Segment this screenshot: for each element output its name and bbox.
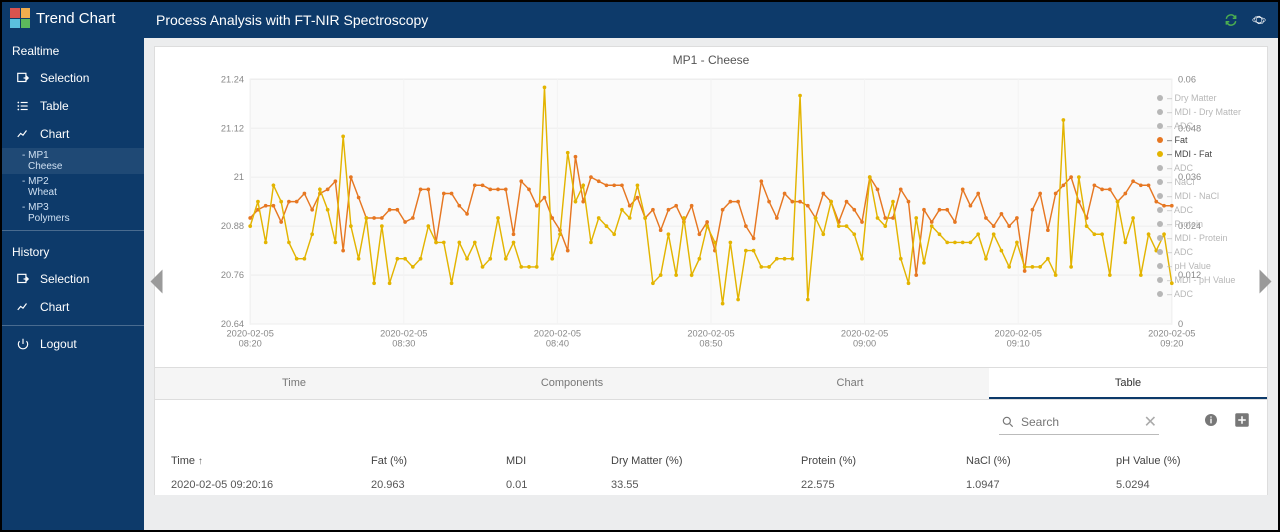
sidebar-history-selection[interactable]: Selection xyxy=(2,265,144,293)
legend-item[interactable]: – Dry Matter xyxy=(1157,91,1267,105)
sidebar-item-label: Selection xyxy=(40,71,89,85)
svg-text:2020-02-05: 2020-02-05 xyxy=(380,328,427,338)
legend-item[interactable]: – MDI - Fat xyxy=(1157,147,1267,161)
legend-item[interactable]: – pH Value xyxy=(1157,259,1267,273)
svg-text:08:20: 08:20 xyxy=(239,339,262,349)
sidebar-item-label: Chart xyxy=(40,127,69,141)
topbar: Process Analysis with FT-NIR Spectroscop… xyxy=(144,2,1278,38)
svg-text:09:20: 09:20 xyxy=(1160,339,1183,349)
legend-item[interactable]: – MDI - Dry Matter xyxy=(1157,105,1267,119)
svg-text:2020-02-05: 2020-02-05 xyxy=(841,328,888,338)
sidebar-item-label: Selection xyxy=(40,272,89,286)
sidebar-item-label: Chart xyxy=(40,300,69,314)
chart-title: MP1 - Cheese xyxy=(155,47,1267,71)
chart-line-icon xyxy=(16,127,30,141)
legend-item[interactable]: – MDI - Protein xyxy=(1157,231,1267,245)
subtab-components[interactable]: Components xyxy=(433,368,711,399)
column-header[interactable]: Time ↑ xyxy=(171,455,371,467)
svg-text:21: 21 xyxy=(234,172,244,182)
clear-search-icon[interactable]: ✕ xyxy=(1144,412,1157,432)
svg-text:08:50: 08:50 xyxy=(699,339,722,349)
sidebar-subitem-mp2[interactable]: - MP2 Wheat xyxy=(2,174,144,200)
legend-item[interactable]: – ADC xyxy=(1157,203,1267,217)
table-row[interactable]: 2020-02-05 09:20:1620.9630.0133.5522.575… xyxy=(171,475,1251,495)
table-header: Time ↑Fat (%)MDIDry Matter (%)Protein (%… xyxy=(171,445,1251,475)
legend-item[interactable]: – ADC xyxy=(1157,245,1267,259)
chart-card: MP1 - Cheese 20.6420.7620.882121.1221.24… xyxy=(154,46,1268,368)
legend-item[interactable]: – ADC xyxy=(1157,287,1267,301)
bruker-logo-icon xyxy=(1252,13,1266,27)
sidebar-item-chart[interactable]: Chart xyxy=(2,120,144,148)
svg-text:21.24: 21.24 xyxy=(221,74,244,84)
selection-icon xyxy=(16,272,30,286)
sidebar-section-history: History xyxy=(2,235,144,265)
brand-title: Trend Chart xyxy=(36,10,115,27)
subtab-time[interactable]: Time xyxy=(155,368,433,399)
column-header[interactable]: Protein (%) xyxy=(801,455,966,467)
data-table: Time ↑Fat (%)MDIDry Matter (%)Protein (%… xyxy=(154,437,1268,495)
svg-text:09:10: 09:10 xyxy=(1007,339,1030,349)
subtabs: TimeComponentsChartTable xyxy=(154,368,1268,400)
svg-text:20.76: 20.76 xyxy=(221,270,244,280)
sidebar-item-label: Table xyxy=(40,99,69,113)
filter-icon[interactable] xyxy=(1173,412,1189,433)
brand: Trend Chart xyxy=(2,2,144,34)
search-box[interactable]: ✕ xyxy=(999,410,1159,435)
sidebar-item-label: Logout xyxy=(40,337,77,351)
column-header[interactable]: Dry Matter (%) xyxy=(611,455,801,467)
sidebar-item-selection[interactable]: Selection xyxy=(2,64,144,92)
svg-text:2020-02-05: 2020-02-05 xyxy=(534,328,581,338)
search-input[interactable] xyxy=(1021,415,1138,429)
svg-text:08:30: 08:30 xyxy=(392,339,415,349)
svg-text:2020-02-05: 2020-02-05 xyxy=(1148,328,1195,338)
trend-chart[interactable]: 20.6420.7620.882121.1221.2400.0120.0240.… xyxy=(163,71,1259,359)
svg-text:21.12: 21.12 xyxy=(221,123,244,133)
column-header[interactable]: Fat (%) xyxy=(371,455,506,467)
svg-text:20.88: 20.88 xyxy=(221,221,244,231)
refresh-icon[interactable] xyxy=(1224,13,1238,27)
add-icon[interactable] xyxy=(1233,411,1251,434)
subtab-chart[interactable]: Chart xyxy=(711,368,989,399)
svg-text:08:40: 08:40 xyxy=(546,339,569,349)
search-icon xyxy=(1001,415,1015,429)
info-icon[interactable] xyxy=(1203,412,1219,433)
sidebar: Trend Chart Realtime Selection Table Cha… xyxy=(2,2,144,530)
svg-text:0.06: 0.06 xyxy=(1178,74,1196,84)
svg-text:09:00: 09:00 xyxy=(853,339,876,349)
sidebar-item-table[interactable]: Table xyxy=(2,92,144,120)
subtab-table[interactable]: Table xyxy=(989,368,1267,399)
power-icon xyxy=(16,337,30,351)
legend-item[interactable]: – NaCl xyxy=(1157,175,1267,189)
list-icon xyxy=(16,99,30,113)
sidebar-subitem-mp1[interactable]: - MP1 Cheese xyxy=(2,148,144,174)
column-header[interactable]: NaCl (%) xyxy=(966,455,1116,467)
legend-item[interactable]: – MDI - pH Value xyxy=(1157,273,1267,287)
legend-item[interactable]: – MDI - NaCl xyxy=(1157,189,1267,203)
svg-text:2020-02-05: 2020-02-05 xyxy=(995,328,1042,338)
legend-item[interactable]: – ADC xyxy=(1157,119,1267,133)
sidebar-section-realtime: Realtime xyxy=(2,34,144,64)
sidebar-subitem-mp3[interactable]: - MP3 Polymers xyxy=(2,200,144,226)
content: MP1 - Cheese 20.6420.7620.882121.1221.24… xyxy=(144,38,1278,530)
chart-line-icon xyxy=(16,300,30,314)
svg-text:2020-02-05: 2020-02-05 xyxy=(227,328,274,338)
sidebar-history-chart[interactable]: Chart xyxy=(2,293,144,321)
page-title: Process Analysis with FT-NIR Spectroscop… xyxy=(156,12,428,28)
legend-item[interactable]: – ADC xyxy=(1157,161,1267,175)
brand-logo-icon xyxy=(10,8,30,28)
table-toolbar: ✕ xyxy=(154,400,1268,437)
svg-text:2020-02-05: 2020-02-05 xyxy=(687,328,734,338)
column-header[interactable]: pH Value (%) xyxy=(1116,455,1251,467)
sidebar-logout[interactable]: Logout xyxy=(2,330,144,358)
legend-item[interactable]: – Protein xyxy=(1157,217,1267,231)
legend-item[interactable]: – Fat xyxy=(1157,133,1267,147)
selection-icon xyxy=(16,71,30,85)
main: Process Analysis with FT-NIR Spectroscop… xyxy=(144,2,1278,530)
chart-legend: – Dry Matter– MDI - Dry Matter– ADC– Fat… xyxy=(1157,91,1267,301)
column-header[interactable]: MDI xyxy=(506,455,611,467)
